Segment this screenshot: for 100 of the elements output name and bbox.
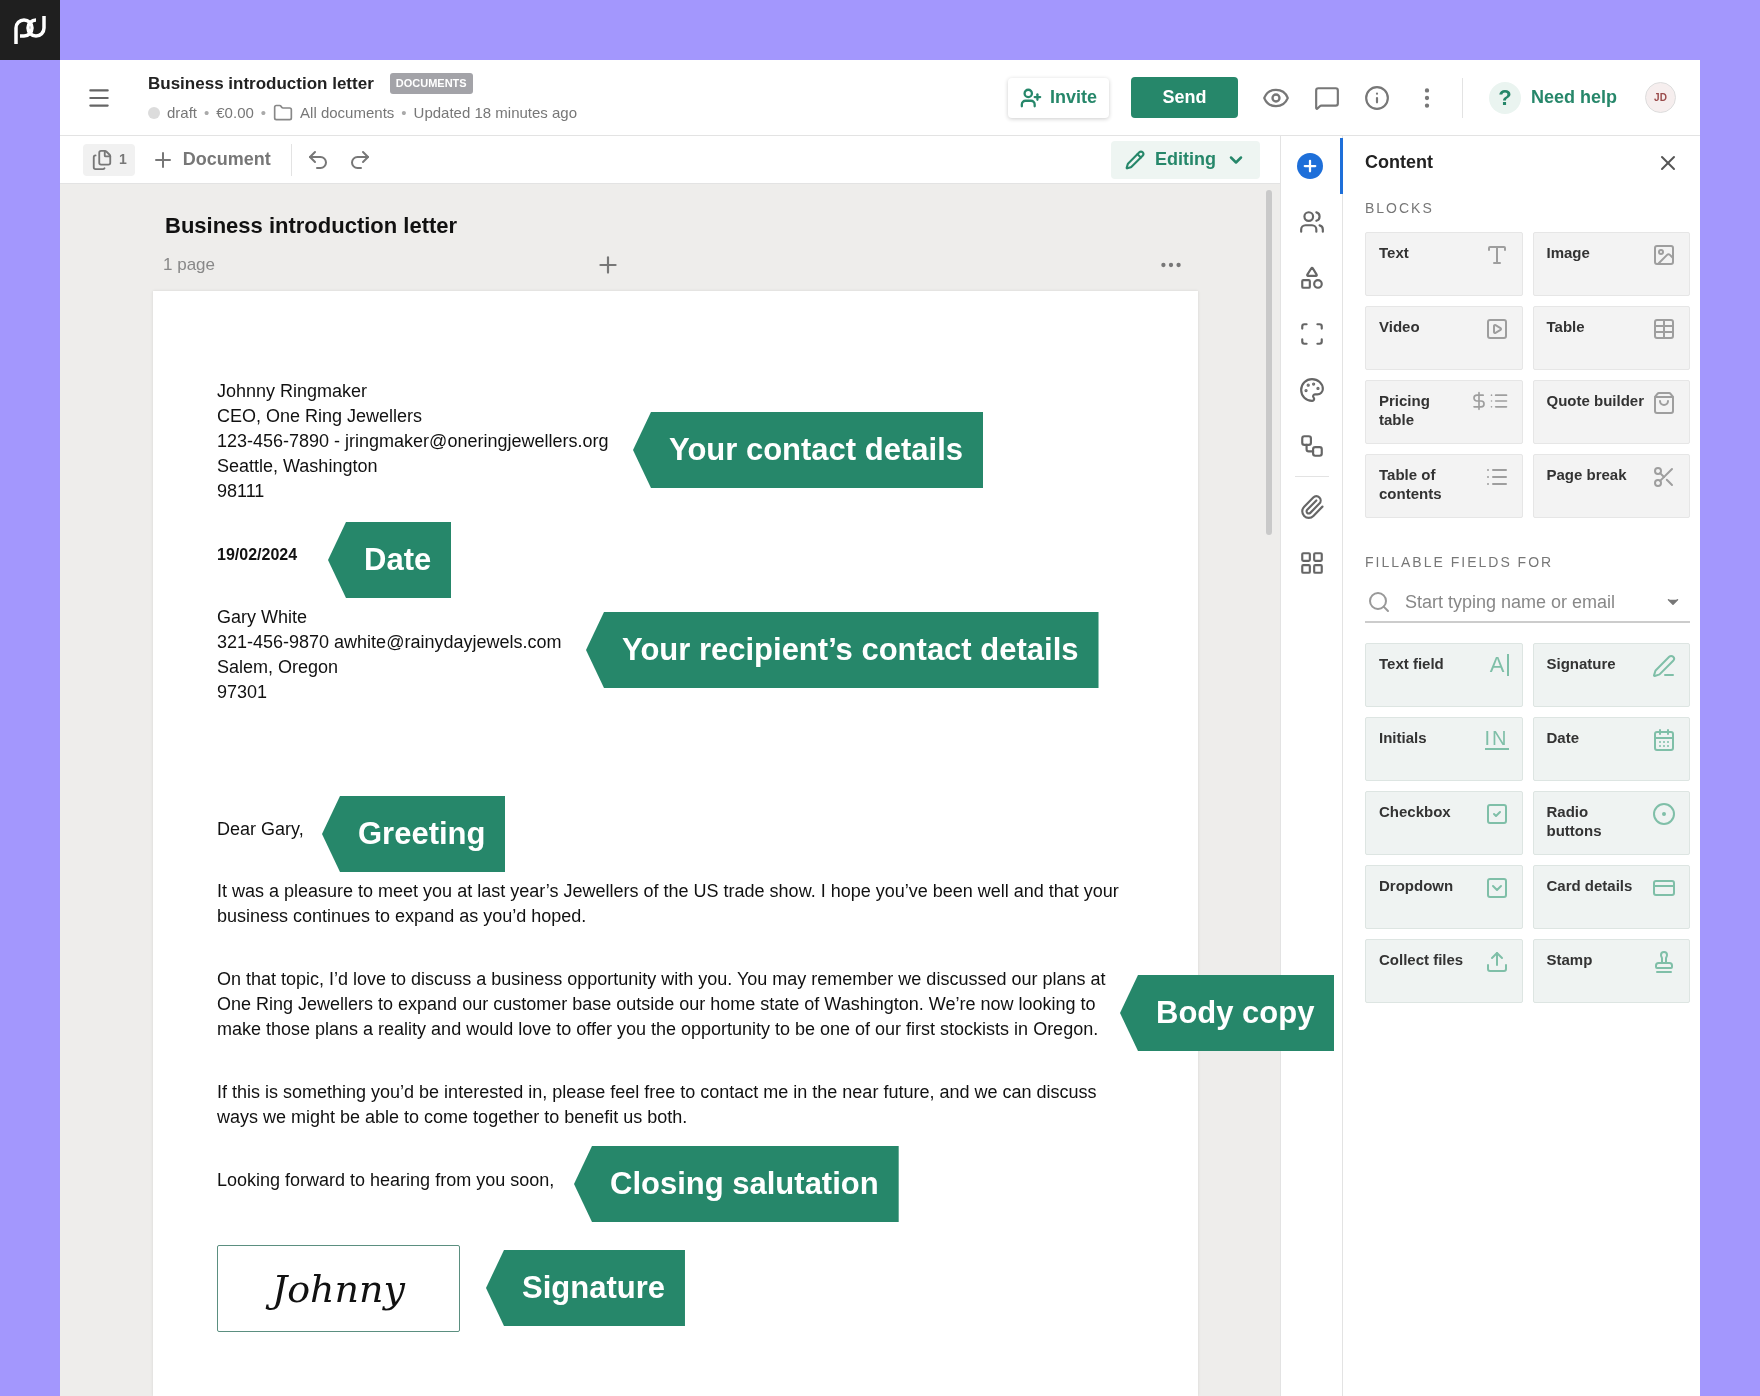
field-label: Stamp [1546, 950, 1593, 969]
field-label: Initials [1379, 728, 1427, 747]
paperclip-icon [1298, 494, 1325, 520]
pages-icon [91, 148, 113, 171]
recipient-line: Salem, Oregon [217, 656, 340, 679]
field-tile[interactable]: Collect files [1365, 939, 1523, 1003]
folder-link[interactable]: All documents [300, 102, 395, 125]
pen-icon [1652, 654, 1676, 678]
field-tile[interactable]: Initials IN [1365, 717, 1523, 781]
document-title: Business introduction letter [148, 72, 374, 95]
field-tile[interactable]: Dropdown [1365, 865, 1523, 929]
radio-icon [1652, 802, 1676, 826]
category-tag: DOCUMENTS [389, 73, 473, 94]
field-label: Text field [1379, 654, 1444, 673]
folder-icon [273, 103, 294, 124]
pencil-icon [1125, 149, 1145, 170]
recipient-line: 321-456-9870 awhite@rainydayjewels.com [217, 631, 562, 654]
page-count-label: 1 page [163, 254, 215, 277]
calendar-icon [1652, 728, 1676, 752]
block-label: Pricing table [1379, 391, 1431, 429]
block-tile[interactable]: Page break [1532, 454, 1690, 518]
send-button[interactable]: Send [1130, 77, 1238, 118]
block-label: Table of contents [1379, 465, 1443, 503]
panel-title: Content [1365, 151, 1433, 174]
status-label: draft [167, 103, 197, 123]
bag-icon [1652, 391, 1676, 415]
people-icon [1298, 209, 1325, 235]
block-tile[interactable]: Video [1365, 306, 1523, 370]
separator-dot: • [260, 103, 267, 123]
blocks-heading: BLOCKS [1365, 199, 1435, 218]
block-label: Text [1379, 243, 1409, 262]
add-document-button[interactable]: Document [150, 146, 271, 173]
block-tile[interactable]: Image [1532, 232, 1690, 296]
separator-dot: • [204, 103, 210, 123]
add-person-icon [1019, 86, 1042, 109]
block-label: Quote builder [1546, 391, 1644, 410]
field-tile[interactable]: Text field A [1365, 643, 1523, 707]
user-avatar[interactable]: JD [1645, 82, 1676, 113]
scrollbar-thumb[interactable] [1266, 190, 1272, 535]
letter-date: 19/02/2024 [217, 545, 298, 565]
field-label: Signature [1546, 654, 1616, 673]
block-label: Page break [1546, 465, 1627, 484]
field-tile[interactable]: Stamp [1532, 939, 1690, 1003]
block-tile[interactable]: Pricing table [1365, 380, 1523, 444]
invite-button[interactable]: Invite [1007, 77, 1109, 118]
field-label: Collect files [1379, 950, 1464, 969]
signature-box[interactable]: Johnny [217, 1245, 460, 1332]
image-icon [1652, 243, 1676, 267]
help-icon: ? [1488, 81, 1521, 114]
frame-icon [1298, 321, 1325, 347]
editing-mode-button[interactable]: Editing [1111, 140, 1260, 179]
signature-text: Johnny [262, 1256, 415, 1321]
shapes-icon [1298, 265, 1325, 291]
comment-icon[interactable] [1313, 84, 1340, 111]
separator-dot: • [401, 103, 407, 123]
field-tile[interactable]: Date [1532, 717, 1690, 781]
upload-icon [1484, 950, 1509, 974]
annotation-callout: Date [328, 522, 452, 598]
updated-label: Updated 18 minutes ago [413, 103, 578, 123]
sender-line: Johnny Ringmaker [217, 380, 368, 403]
body-paragraph: On that topic, I’d love to discuss a business opportunity with you. You may remember we discussed our plans at One Ring Jewellers to expand our customer base outside our home state of Washington. We’re now looking to make those plans a reality and would love to offer you the opportunity to be one of our first stockists in Oregon. [217, 968, 1107, 1041]
block-tile[interactable]: Text [1365, 232, 1523, 296]
field-tile[interactable]: Card details [1532, 865, 1690, 929]
field-label: Date [1546, 728, 1579, 747]
stamp-icon [1652, 950, 1676, 974]
widgets-icon [1298, 550, 1325, 576]
document-heading: Business introduction letter [165, 212, 459, 240]
add-icon [1297, 153, 1323, 179]
annotation-callout: Signature [486, 1250, 685, 1326]
annotation-callout: Your contact details [633, 412, 983, 488]
palette-icon [1298, 377, 1325, 403]
recipient-line: Gary White [217, 606, 309, 629]
table-icon [1652, 317, 1676, 341]
search-icon [1367, 590, 1391, 614]
logo [0, 0, 60, 60]
recipient-search-field[interactable]: Start typing name or email [1405, 588, 1645, 616]
field-tile[interactable]: Checkbox [1365, 791, 1523, 855]
annotation-callout: Your recipient’s contact details [586, 612, 1099, 688]
field-label: Card details [1546, 876, 1633, 895]
annotation-callout: Body copy [1120, 975, 1335, 1051]
sender-line: CEO, One Ring Jewellers [217, 405, 423, 428]
block-tile[interactable]: Table [1532, 306, 1690, 370]
block-tile[interactable]: Quote builder [1532, 380, 1690, 444]
dropdown-icon [1484, 876, 1509, 900]
page-count-button[interactable]: 1 [83, 143, 135, 176]
info-icon[interactable] [1363, 84, 1390, 111]
block-tile[interactable]: Table of contents [1365, 454, 1523, 518]
closing-text: Looking forward to hearing from you soon, [217, 1169, 555, 1192]
help-button[interactable]: ? Need help [1488, 81, 1617, 114]
field-tile[interactable]: Radio buttons [1532, 791, 1690, 855]
body-paragraph: It was a pleasure to meet you at last year’s Jewellers of the US trade show. I hope you’ve been well and that your business continues to expand as you’d hoped. [217, 880, 1120, 928]
field-label: Checkbox [1379, 802, 1451, 821]
checkbox-icon [1484, 802, 1509, 826]
field-tile[interactable]: Signature [1532, 643, 1690, 707]
play-icon [1484, 317, 1509, 341]
greeting-text: Dear Gary, [217, 818, 304, 841]
annotation-callout: Greeting [322, 796, 506, 872]
scissors-icon [1652, 465, 1676, 489]
field-label: Dropdown [1379, 876, 1454, 895]
price-label: €0.00 [216, 103, 254, 123]
